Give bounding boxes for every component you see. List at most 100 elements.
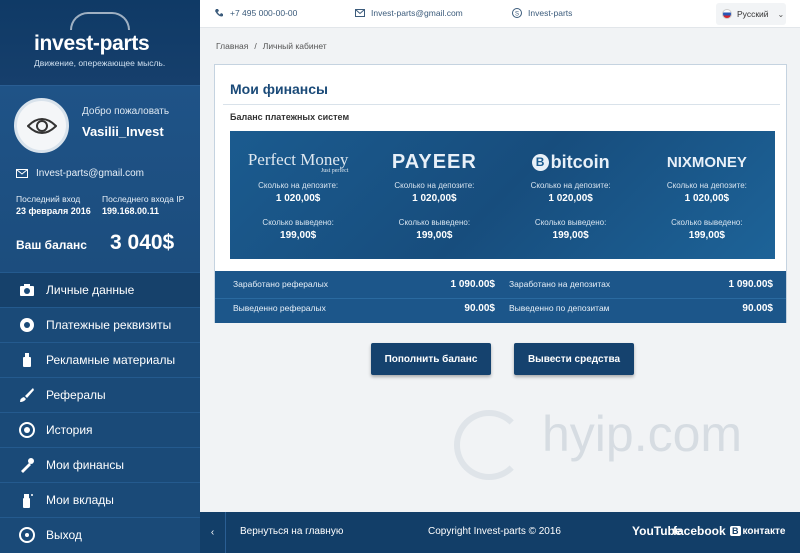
username: Vasilii_Invest [82,124,164,139]
withdrawn-value: 199,00$ [280,230,317,241]
brush-icon [18,386,36,404]
profile-email-text: Invest-parts@gmail.com [36,168,144,179]
summary-row-earned: Заработано рефералых 1 090.00$ Заработан… [215,275,786,297]
avatar[interactable] [14,98,69,153]
perfect-money-logo: Perfect Money Just perfect [230,143,366,181]
breadcrumb-current: Личный кабинет [262,41,327,51]
watermark: hyip.com [452,405,742,463]
sidebar-item-label: Личные данные [46,283,135,297]
balance-label: Ваш баланс [16,238,87,252]
payeer-logo: PAYEER [391,150,477,173]
top-bar: +7 495 000-00-00 Invest-parts@gmail.com … [200,0,800,28]
deposit-value: 1 020,00$ [684,193,730,204]
car-logo-icon [70,12,130,30]
phone-icon [215,9,223,17]
footer: ‹ Вернуться на главную Copyright Invest-… [200,512,800,553]
deposit-label: Сколько на депозите: [530,181,611,190]
ref-withdrawn-label: Выведенно рефералых [233,303,326,313]
ref-withdrawn-value: 90.00$ [464,303,495,314]
withdrawn-label: Сколько выведено: [398,218,471,227]
sidebar-item-label: Рекламные материалы [46,353,176,367]
section-subtitle: Баланс платежных систем [230,112,350,122]
system-payeer: PAYEER Сколько на депозите: 1 020,00$ Ск… [366,131,502,259]
page-title: Мои финансы [230,81,329,97]
dep-withdrawn-label: Выведенно по депозитам [509,303,610,313]
deposit-label: Сколько на депозите: [666,181,747,190]
wrench-icon [18,456,36,474]
bottle-icon [18,351,36,369]
deposit-label: Сколько на депозите: [258,181,339,190]
ref-earned-label: Заработано рефералых [233,279,328,289]
profile-email: Invest-parts@gmail.com [16,168,144,179]
wheel-icon [18,421,36,439]
withdrawn-label: Сколько выведено: [534,218,607,227]
last-ip-value: 199.168.00.11 [102,206,160,216]
contact-email[interactable]: Invest-parts@gmail.com [355,8,463,18]
camera-icon [18,281,36,299]
skype-icon: S [512,8,522,18]
back-to-home-link[interactable]: Вернуться на главную [240,526,343,537]
spray-icon [18,491,36,509]
contact-skype[interactable]: S Invest-parts [512,8,572,18]
envelope-icon [16,169,28,178]
finances-panel: Мои финансы Баланс платежных систем Perf… [214,64,787,323]
gears-icon [18,316,36,334]
chevron-left-icon[interactable]: ‹ [200,512,226,553]
sidebar-item-label: Платежные реквизиты [46,318,172,332]
sidebar-item-label: Рефералы [46,388,106,402]
dep-withdrawn-value: 90.00$ [742,303,773,314]
svg-text:S: S [515,12,519,18]
sidebar-item-history[interactable]: История [0,412,200,447]
sidebar-item-label: История [46,423,93,437]
eye-icon [26,117,57,134]
dep-earned-label: Заработано на депозитах [509,279,611,289]
contact-skype-text: Invest-parts [528,8,573,18]
payment-systems: Perfect Money Just perfect Сколько на деп… [230,131,775,259]
welcome-text: Добро пожаловать [82,106,170,117]
logo-title: invest-parts [34,32,150,55]
withdrawn-label: Сколько выведено: [671,218,743,227]
logo[interactable]: invest-parts Движение, опережающее мысль… [0,0,200,85]
dep-earned-value: 1 090.00$ [728,279,774,290]
breadcrumb-home[interactable]: Главная [216,41,248,51]
sidebar-item-my-deposits[interactable]: Мои вклады [0,482,200,517]
deposit-label: Сколько на депозите: [394,181,475,190]
sidebar-item-ad-materials[interactable]: Рекламные материалы [0,342,200,377]
top-up-button[interactable]: Пополнить баланс [371,343,491,375]
contact-phone[interactable]: +7 495 000-00-00 [214,8,297,18]
vk-icon: B [730,526,741,536]
sidebar-menu: Личные данные Платежные реквизиты Реклам… [0,272,200,552]
balance-value: 3 040$ [110,231,175,254]
bitcoin-icon: B [531,153,549,171]
language-label: Русский [737,9,769,19]
steering-wheel-icon [18,526,36,544]
last-ip-label: Последнего входа IP [102,194,185,204]
system-nixmoney: NIXMONEY Сколько на депозите: 1 020,00$ … [639,131,775,259]
deposit-value: 1 020,00$ [412,193,457,204]
breadcrumb-separator: / [254,41,257,51]
system-bitcoin: Bbitcoin Сколько на депозите: 1 020,00$ … [503,131,639,259]
sidebar-item-referrals[interactable]: Рефералы [0,377,200,412]
copyright: Copyright Invest-parts © 2016 [428,526,561,537]
summary-row-withdrawn: Выведенно рефералых 90.00$ Выведенно по … [215,298,786,320]
contact-phone-text: +7 495 000-00-00 [230,8,298,18]
sidebar-item-personal-data[interactable]: Личные данные [0,272,200,307]
nixmoney-logo: NIXMONEY [666,153,747,171]
withdrawn-label: Сколько выведено: [262,218,334,227]
sidebar-item-my-finances[interactable]: Мои финансы [0,447,200,482]
withdrawn-value: 199,00$ [688,230,725,241]
watermark-text: hyip.com [542,406,743,462]
language-select[interactable]: Русский ⌄ [716,3,786,25]
sidebar-item-label: Мои вклады [46,493,114,507]
withdraw-button[interactable]: Вывести средства [514,343,634,375]
sidebar-item-payment-details[interactable]: Платежные реквизиты [0,307,200,342]
withdrawn-value: 199,00$ [416,230,453,241]
sidebar-item-logout[interactable]: Выход [0,517,200,552]
earnings-summary: Заработано рефералых 1 090.00$ Заработан… [215,271,786,323]
vkontakte-link[interactable]: Bконтакте [730,526,785,537]
chevron-down-icon: ⌄ [777,9,785,19]
system-perfect-money: Perfect Money Just perfect Сколько на деп… [230,131,366,259]
bitcoin-name: bitcoin [550,151,610,172]
deposit-value: 1 020,00$ [548,193,593,204]
facebook-link[interactable]: facebook [673,524,726,538]
